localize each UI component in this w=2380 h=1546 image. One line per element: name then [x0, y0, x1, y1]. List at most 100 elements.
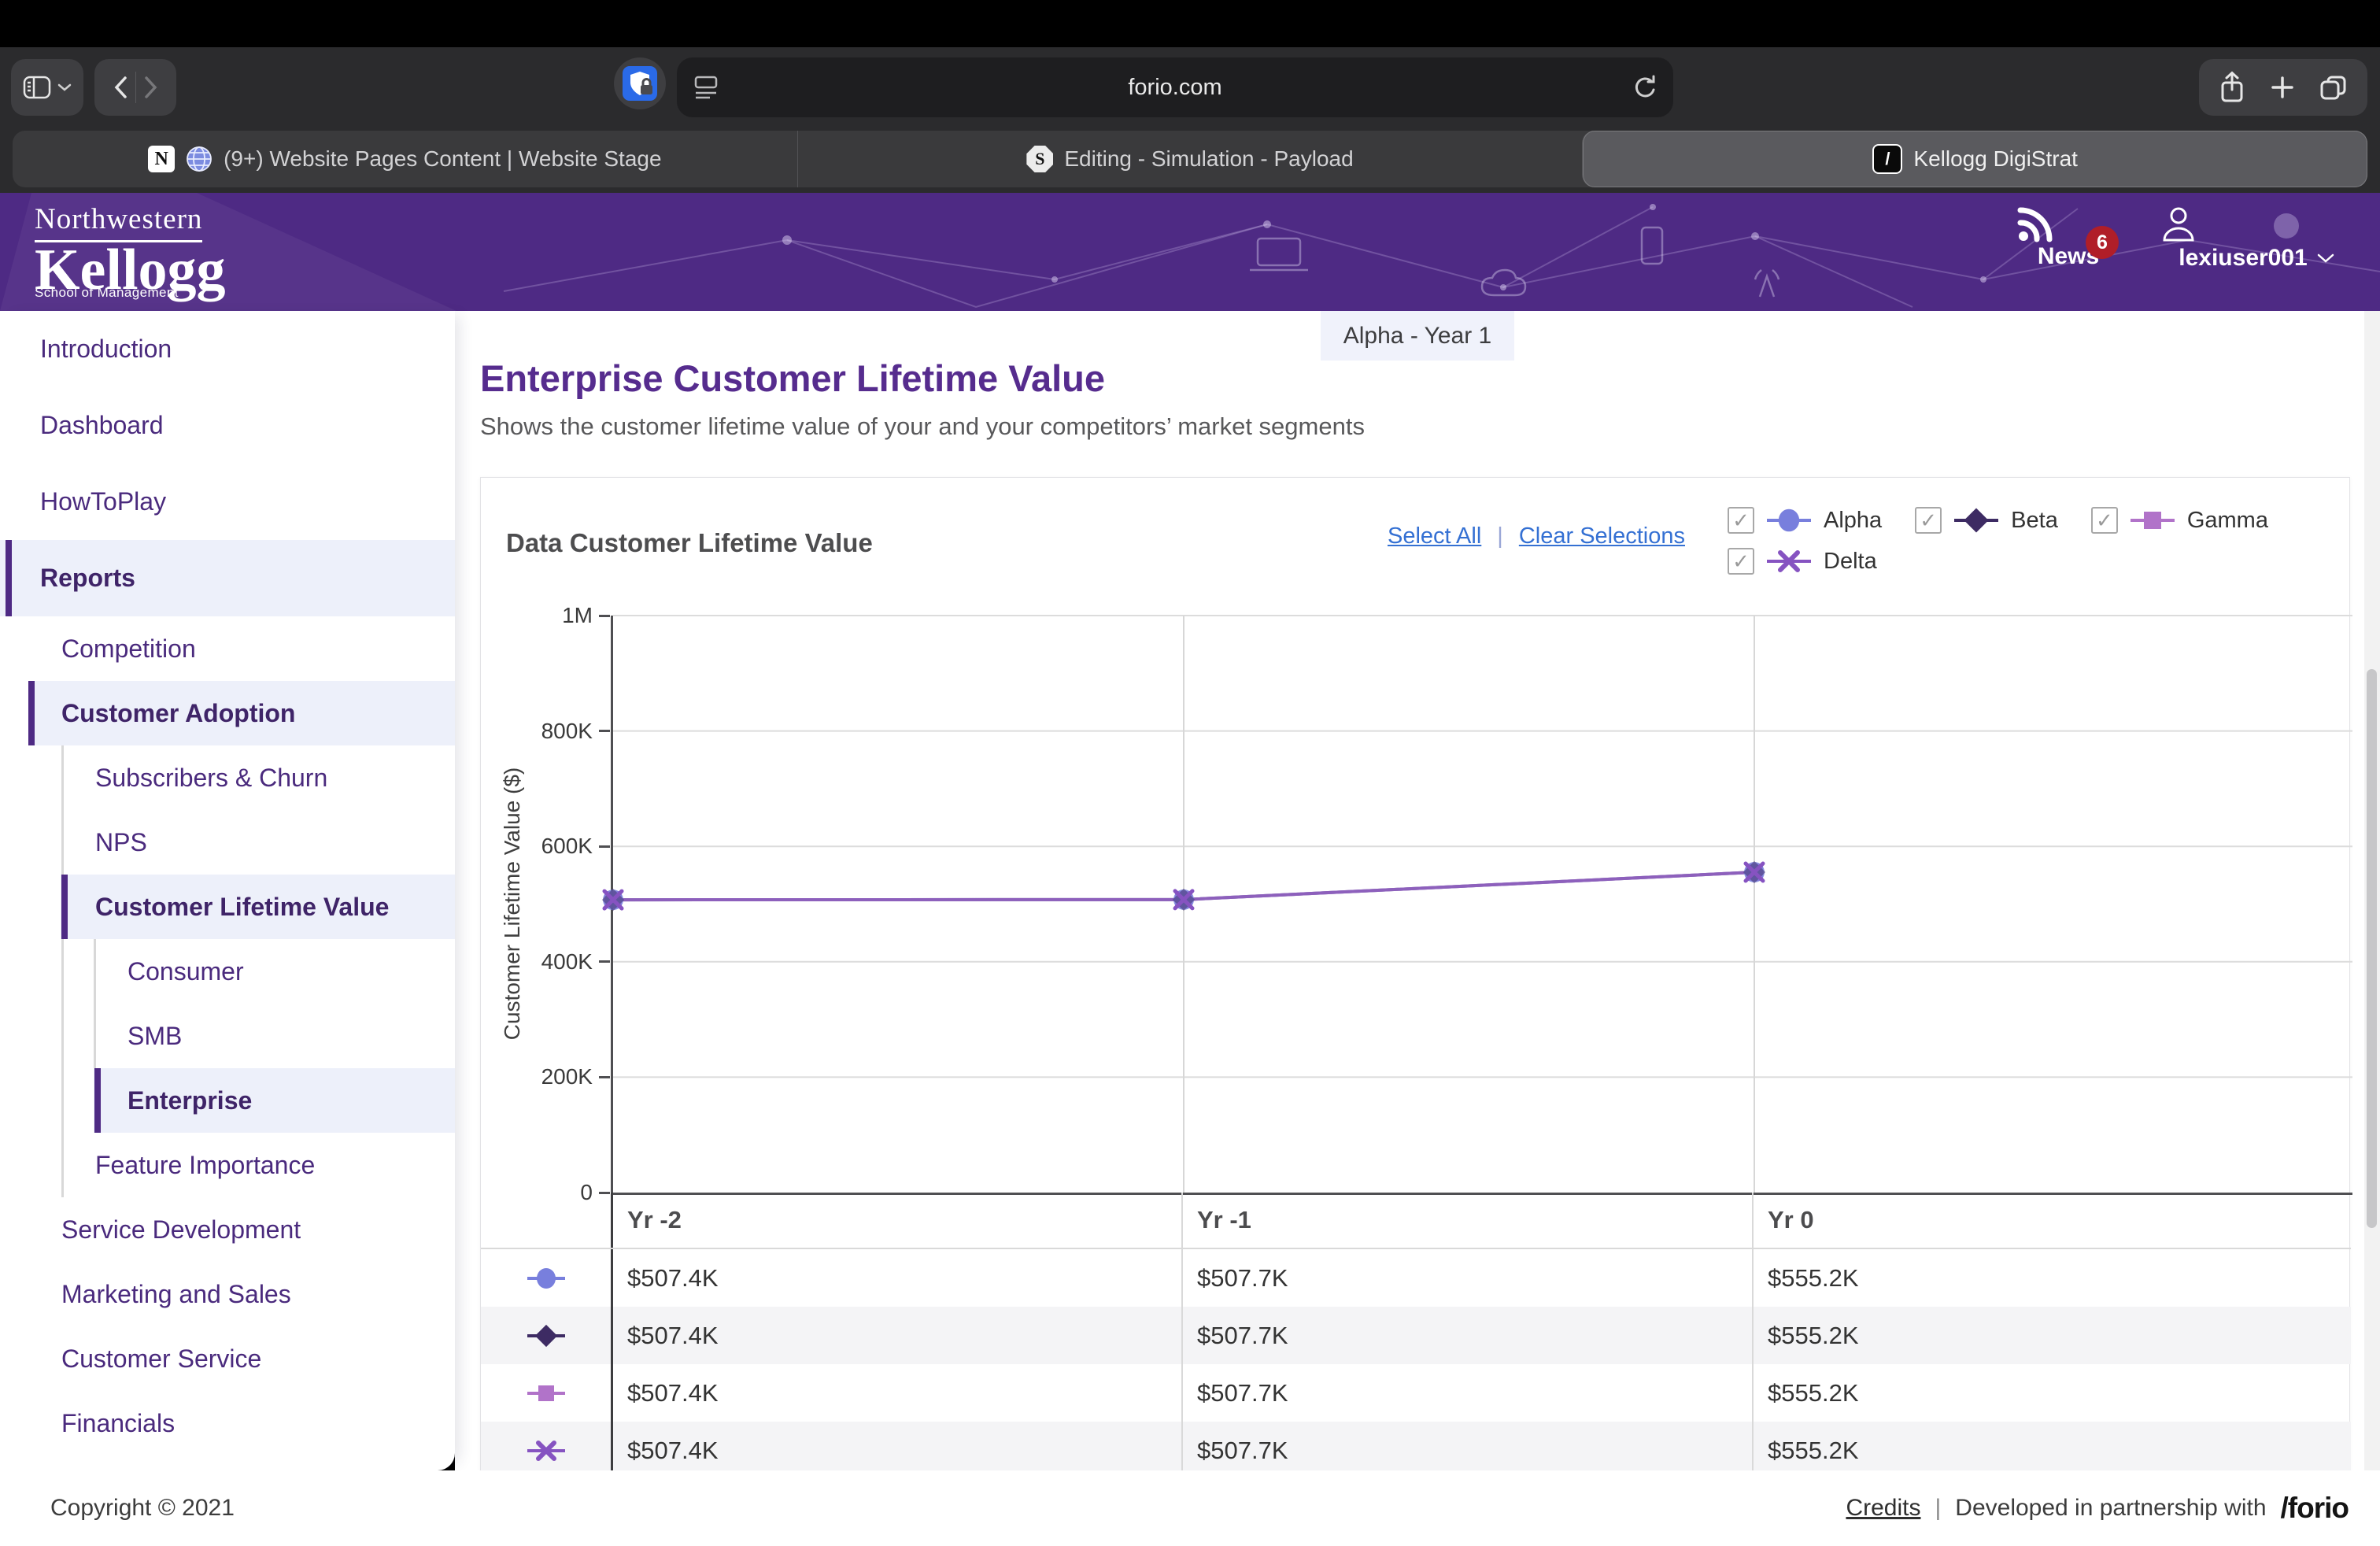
sidebar-item-customer-adoption[interactable]: Customer Adoption — [0, 681, 455, 745]
credits-link[interactable]: Credits — [1846, 1495, 1920, 1522]
legend-item-gamma[interactable]: ✓Gamma — [2091, 506, 2268, 534]
legend-swatch-diamond — [1954, 506, 1998, 534]
sidebar-item-customer-service[interactable]: Customer Service — [0, 1326, 455, 1391]
shield-lock-icon — [623, 66, 657, 101]
sidebar-item-introduction[interactable]: Introduction — [0, 311, 455, 387]
checkbox-beta[interactable]: ✓ — [1915, 507, 1942, 534]
sidebar-item-competition[interactable]: Competition — [0, 616, 455, 681]
password-extension-button[interactable] — [614, 57, 666, 109]
checkbox-delta[interactable]: ✓ — [1728, 548, 1754, 575]
app-header: Northwestern Kellogg School of Managemen… — [0, 193, 2380, 311]
table-cell: $555.2K — [1752, 1307, 2351, 1364]
sidebar-item-howtoplay[interactable]: HowToPlay — [0, 464, 455, 540]
clv-table: Yr -2Yr -1Yr 0$507.4K$507.7K$555.2K$507.… — [481, 1193, 2351, 1470]
sidebar: IntroductionDashboardHowToPlay Reports Com… — [0, 311, 455, 1470]
forward-button[interactable] — [142, 76, 158, 99]
partnership-text: Developed in partnership with — [1955, 1495, 2266, 1522]
select-all-link[interactable]: Select All — [1388, 523, 1481, 549]
simulation-app-icon: S — [1026, 146, 1053, 172]
kellogg-logo[interactable]: Northwestern Kellogg School of Managemen… — [35, 202, 226, 301]
table-cell: $507.7K — [1181, 1422, 1752, 1470]
table-header-cell: Yr -2 — [611, 1193, 1181, 1248]
main-content: Alpha - Year 1 Enterprise Customer Lifet… — [455, 311, 2380, 1470]
line-chart-plot — [611, 616, 2352, 1195]
forio-logo: /forio — [2281, 1492, 2349, 1525]
table-cell: $507.4K — [611, 1422, 1181, 1470]
sidebar-item-subscribers-churn[interactable]: Subscribers & Churn — [0, 745, 455, 810]
sidebar-item-marketing-and-sales[interactable]: Marketing and Sales — [0, 1262, 455, 1326]
sidebar-item-consumer[interactable]: Consumer — [0, 939, 455, 1004]
checkbox-alpha[interactable]: ✓ — [1728, 507, 1754, 534]
tab-editing-simulation[interactable]: S Editing - Simulation - Payload — [797, 131, 1583, 187]
sidebar-item-label: Reports — [0, 564, 135, 593]
back-button[interactable] — [113, 76, 129, 99]
sidebar-item-nps[interactable]: NPS — [0, 810, 455, 875]
table-cell: $507.4K — [611, 1249, 1181, 1307]
chart-legend: ✓ Alpha ✓ Beta ✓Gamma ✓Delta — [1728, 506, 2327, 575]
legend-item-beta[interactable]: ✓ Beta — [1915, 506, 2058, 534]
y-tick-mark — [599, 960, 610, 963]
tab-label: Kellogg DigiStrat — [1913, 146, 2078, 172]
sidebar-item-enterprise[interactable]: Enterprise — [0, 1068, 455, 1133]
row-marker-diamond-icon — [481, 1307, 611, 1364]
sidebar-item-feature-importance[interactable]: Feature Importance — [0, 1133, 455, 1197]
page-title: Enterprise Customer Lifetime Value — [480, 357, 2380, 400]
legend-item-alpha[interactable]: ✓ Alpha — [1728, 506, 1882, 534]
legend-swatch-x — [1767, 547, 1811, 575]
legend-label: Alpha — [1824, 508, 1882, 534]
y-tick-mark — [599, 615, 610, 617]
sidebar-item-dashboard[interactable]: Dashboard — [0, 387, 455, 464]
footer: Copyright © 2021 Credits | Developed in … — [0, 1470, 2380, 1546]
tab-kellogg-digistrat[interactable]: / Kellogg DigiStrat — [1582, 131, 2367, 187]
table-cell: $555.2K — [1752, 1249, 2351, 1307]
notion-icon: N — [148, 146, 175, 172]
sidebar-item-label: Financials — [0, 1409, 175, 1438]
menubar — [0, 0, 2380, 47]
tab-overview-icon[interactable] — [2319, 73, 2349, 102]
panel-title: Data Customer Lifetime Value — [506, 528, 873, 558]
y-tick-label: 800K — [481, 718, 593, 745]
scrollbar-track[interactable] — [2364, 311, 2380, 1546]
table-cell: $507.7K — [1181, 1364, 1752, 1422]
sidebar-item-label: Feature Importance — [0, 1151, 315, 1180]
sidebar-item-service-development[interactable]: Service Development — [0, 1197, 455, 1262]
sidebar-item-label: Customer Service — [0, 1344, 261, 1374]
table-row-gamma: $507.4K$507.7K$555.2K — [481, 1364, 2351, 1422]
clear-selections-link[interactable]: Clear Selections — [1519, 523, 1685, 549]
checkbox-gamma[interactable]: ✓ — [2091, 507, 2118, 534]
legend-label: Beta — [2011, 508, 2058, 534]
user-icon — [2158, 205, 2355, 245]
table-header-cell: Yr -1 — [1181, 1193, 1752, 1248]
y-tick-mark — [599, 730, 610, 732]
sidebar-item-financials[interactable]: Financials — [0, 1391, 455, 1455]
user-menu[interactable]: lexiuser001 — [2158, 205, 2355, 272]
sidebar-item-reports[interactable]: Reports — [0, 540, 455, 616]
sidebar-item-label: Enterprise — [0, 1086, 252, 1115]
sidebar-item-label: Service Development — [0, 1215, 301, 1245]
sidebar-item-customer-lifetime-value[interactable]: Customer Lifetime Value — [0, 875, 455, 939]
sidebar-item-smb[interactable]: SMB — [0, 1004, 455, 1068]
y-tick-label: 1M — [481, 602, 593, 629]
url-text: forio.com — [677, 75, 1673, 101]
sidebar-nav: IntroductionDashboardHowToPlay Reports Com… — [0, 311, 455, 1470]
new-tab-icon[interactable] — [2270, 75, 2295, 100]
table-cell: $507.4K — [611, 1307, 1181, 1364]
news-button[interactable]: 6 News — [2016, 205, 2120, 270]
legend-swatch-square — [2131, 506, 2175, 534]
sidebar-item-label: SMB — [0, 1022, 182, 1051]
scrollbar-thumb[interactable] — [2367, 669, 2377, 1228]
chevron-down-icon — [57, 83, 72, 92]
tab-website-pages[interactable]: N (9+) Website Pages Content | Website S… — [13, 131, 797, 187]
reload-icon[interactable] — [1632, 73, 1659, 102]
share-icon[interactable] — [2218, 71, 2246, 104]
row-marker-circle-icon — [481, 1249, 611, 1307]
y-tick-label: 400K — [481, 949, 593, 975]
sidebar-toggle-button[interactable] — [11, 59, 83, 116]
chart-panel: Data Customer Lifetime Value Select All … — [480, 477, 2350, 1470]
divider — [135, 72, 136, 103]
y-tick-mark — [599, 845, 610, 848]
context-badge: Alpha - Year 1 — [1321, 311, 1514, 361]
sidebar-item-label: Subscribers & Churn — [0, 764, 327, 793]
legend-item-delta[interactable]: ✓Delta — [1728, 547, 1877, 575]
url-bar[interactable]: forio.com — [677, 57, 1673, 117]
